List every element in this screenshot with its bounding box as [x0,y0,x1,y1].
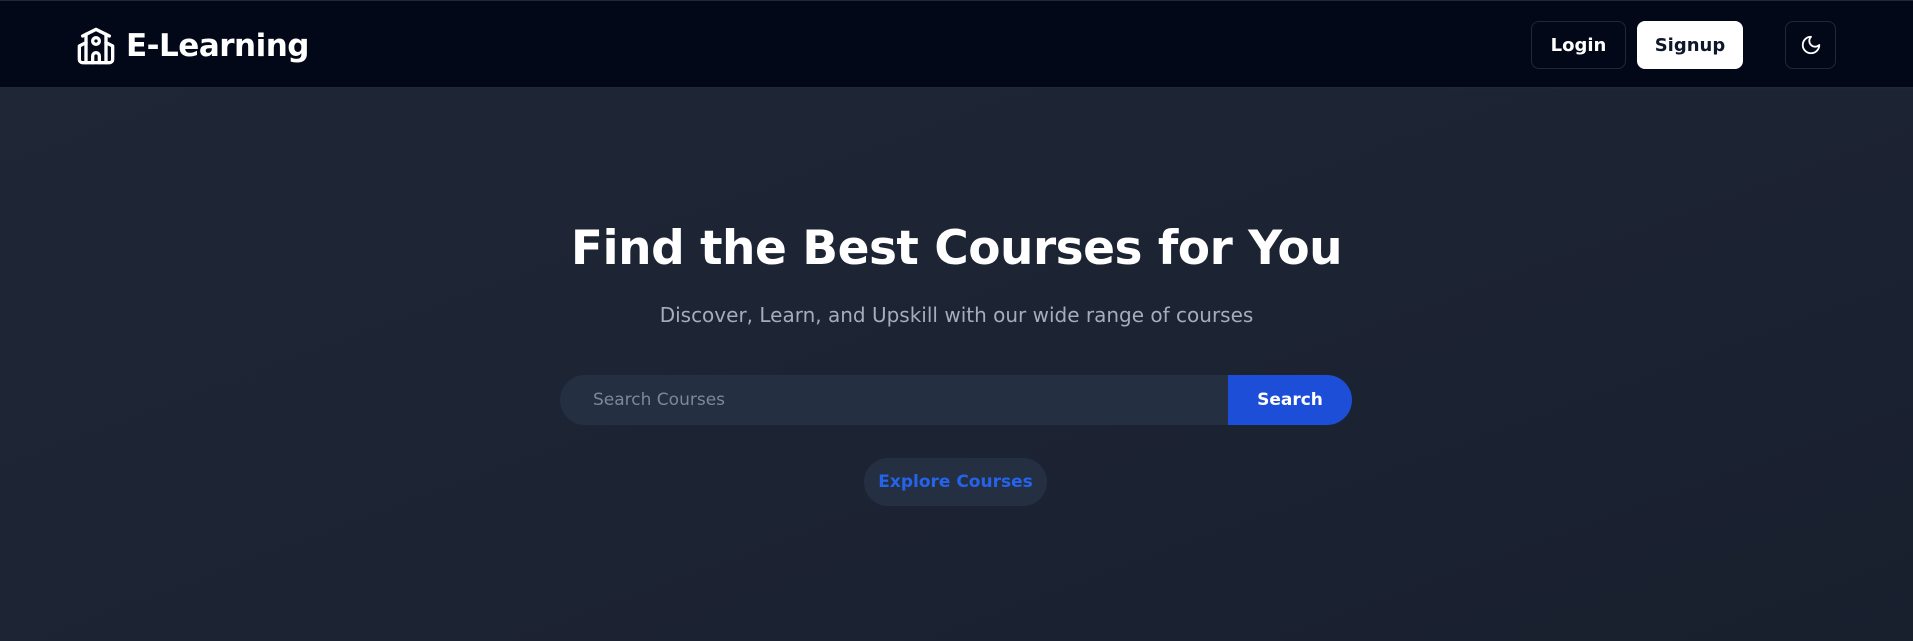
signup-button[interactable]: Signup [1637,21,1743,69]
explore-courses-button[interactable]: Explore Courses [864,458,1047,506]
navbar: E-Learning Login Signup [0,0,1913,88]
school-icon [77,27,115,65]
hero-section: Find the Best Courses for You Discover, … [0,89,1913,641]
brand-name: E-Learning [126,28,309,64]
login-button[interactable]: Login [1531,21,1626,69]
hero-subtitle: Discover, Learn, and Upskill with our wi… [659,303,1254,327]
brand-logo-link[interactable]: E-Learning [76,26,309,66]
theme-toggle-button[interactable] [1785,21,1836,69]
search-button[interactable]: Search [1228,375,1352,425]
search-bar: Search [560,375,1352,425]
moon-icon [1801,35,1820,55]
search-input[interactable] [560,375,1228,425]
hero-title: Find the Best Courses for You [570,221,1343,276]
